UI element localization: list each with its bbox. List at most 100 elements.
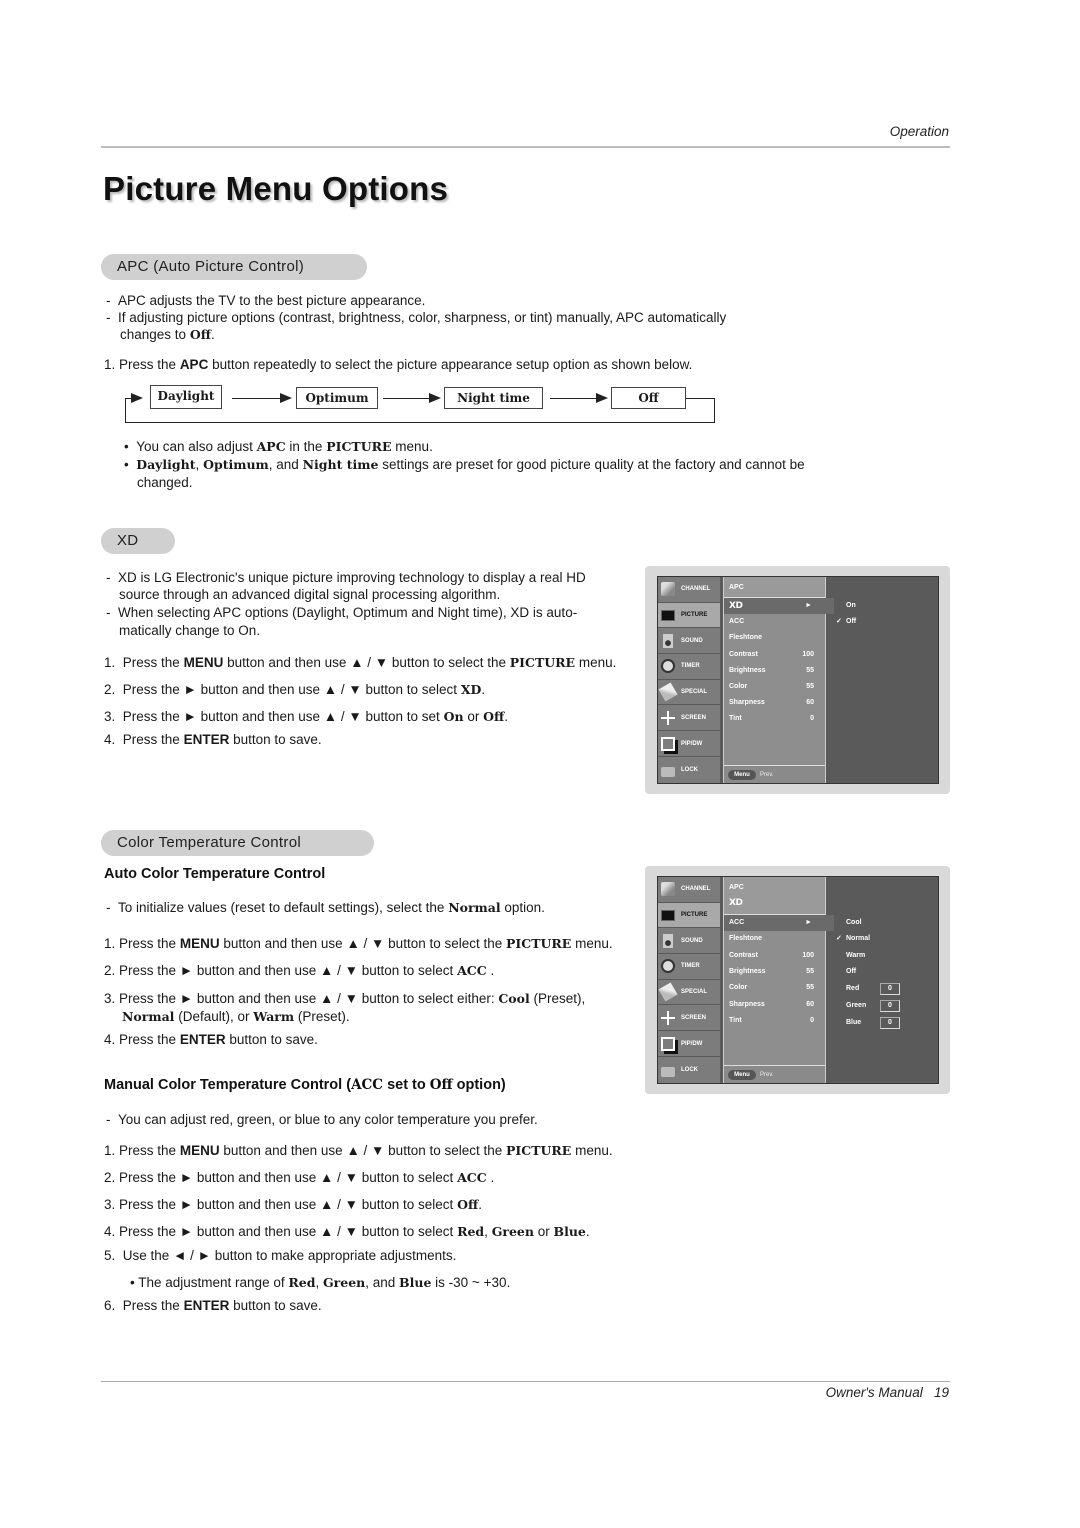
- flow-arrow-icon: [131, 393, 143, 403]
- flow-arrow-icon: [429, 393, 441, 403]
- osd-option-warm: Warm: [846, 952, 866, 959]
- xd-note-2-cont: matically change to On.: [119, 623, 261, 638]
- red-value-box: 0: [880, 983, 900, 995]
- auto-color-temp-heading: Auto Color Temperature Control: [104, 866, 326, 882]
- osd-side-screen: SCREEN: [658, 706, 720, 732]
- flow-daylight: Daylight: [150, 385, 222, 409]
- flow-return-top: [685, 398, 715, 399]
- xd-step-4: 4. Press the ENTER button to save.: [104, 732, 322, 747]
- apc-bullet-1: • You can also adjust APC in the PICTURE…: [124, 439, 433, 454]
- apc-note-2: - If adjusting picture options (contrast…: [106, 310, 727, 325]
- flow-return-right: [714, 398, 715, 423]
- satellite-icon: [661, 882, 675, 897]
- flow-optimum: Optimum: [296, 387, 378, 409]
- osd-submenu: On ✓ Off: [828, 577, 938, 783]
- timer-icon: [661, 959, 675, 974]
- arrow-right-icon: ►: [805, 602, 812, 609]
- manual-step-1: 1. Press the MENU button and then use ▲ …: [104, 1143, 613, 1158]
- satellite-icon: [661, 582, 675, 597]
- osd-menu-button: Menu: [728, 770, 756, 780]
- manual-step-3: 3. Press the ► button and then use ▲ / ▼…: [104, 1197, 482, 1212]
- manual-note: - You can adjust red, green, or blue to …: [106, 1112, 538, 1127]
- osd-item-fleshtone: Fleshtone: [729, 634, 763, 641]
- osd-item-fleshtone: Fleshtone: [729, 935, 763, 942]
- osd-screen-xd: CHANNEL PICTURE SOUND TIMER SPECIAL SCRE…: [645, 566, 950, 794]
- auto-color-note: - To initialize values (reset to default…: [106, 900, 545, 915]
- osd-side-sound: SOUND: [658, 928, 720, 955]
- xd-section-pill: XD: [101, 528, 175, 554]
- osd-side-timer: TIMER: [658, 954, 720, 980]
- lock-icon: [661, 766, 675, 777]
- osd-side-special: SPECIAL: [658, 980, 720, 1006]
- osd-option-off: Off: [846, 968, 857, 975]
- auto-step-4: 4. Press the ENTER button to save.: [104, 1032, 318, 1047]
- apc-flow-diagram: Daylight Optimum Night time Off: [120, 384, 720, 426]
- osd-item-color: Color 55: [729, 683, 814, 690]
- flow-night-time: Night time: [444, 387, 543, 409]
- manual-range-note: • The adjustment range of Red, Green, an…: [130, 1275, 511, 1290]
- auto-step-3-cont: Normal (Default), or Warm (Preset).: [122, 1009, 350, 1024]
- auto-step-2: 2. Press the ► button and then use ▲ / ▼…: [104, 963, 495, 978]
- osd-side-channel: CHANNEL: [658, 577, 720, 603]
- osd-side-channel: CHANNEL: [658, 877, 720, 903]
- osd-rgb-red: Red 0: [846, 981, 906, 997]
- flow-arrow-icon: [280, 393, 292, 403]
- osd-option-on: On: [846, 602, 856, 609]
- osd-side-pipdw: PIP/DW: [658, 731, 720, 757]
- pip-icon: [661, 736, 675, 751]
- osd-side-picture: PICTURE: [658, 902, 720, 929]
- manual-step-2: 2. Press the ► button and then use ▲ / ▼…: [104, 1170, 495, 1185]
- apc-section-pill: APC (Auto Picture Control): [101, 254, 367, 280]
- manual-step-5: 5. Use the ◄ / ► button to make appropri…: [104, 1248, 457, 1263]
- tag-icon: [658, 682, 678, 702]
- osd-footer: Menu Prev.: [724, 1065, 825, 1083]
- xd-note-1-cont: source through an advanced digital signa…: [119, 587, 501, 602]
- osd-menu-button: Menu: [728, 1070, 756, 1080]
- osd-frame: CHANNEL PICTURE SOUND TIMER SPECIAL SCRE…: [657, 576, 939, 784]
- auto-step-3: 3. Press the ► button and then use ▲ / ▼…: [104, 991, 586, 1006]
- osd-option-cool: Cool: [846, 919, 862, 926]
- osd-side-lock: LOCK: [658, 757, 720, 783]
- osd-side-special: SPECIAL: [658, 680, 720, 706]
- flow-return-bottom: [125, 422, 715, 423]
- osd-item-brightness: Brightness 55: [729, 968, 814, 975]
- osd-side-timer: TIMER: [658, 654, 720, 680]
- osd-item-contrast: Contrast 100: [729, 952, 814, 959]
- osd-side-lock: LOCK: [658, 1057, 720, 1083]
- flow-off: Off: [611, 387, 686, 409]
- osd-item-color: Color 55: [729, 984, 814, 991]
- osd-rgb-green: Green 0: [846, 998, 906, 1014]
- xd-note-2: - When selecting APC options (Daylight, …: [106, 605, 578, 620]
- osd-side-pipdw: PIP/DW: [658, 1031, 720, 1057]
- osd-menu-list: APC XD ACC ► Fleshtone Contrast 100 Bright…: [723, 877, 834, 1083]
- osd-item-sharpness: Sharpness 60: [729, 699, 814, 706]
- osd-item-contrast: Contrast 100: [729, 651, 814, 658]
- blue-value-box: 0: [880, 1017, 900, 1029]
- green-value-box: 0: [880, 1000, 900, 1012]
- xd-step-3: 3. Press the ► button and then use ▲ / ▼…: [104, 709, 509, 724]
- apc-note-2-cont: changes to Off.: [120, 327, 215, 342]
- osd-prev-label: Prev.: [760, 772, 774, 778]
- footer: Owner's Manual 19: [825, 1385, 949, 1400]
- osd-side-screen: SCREEN: [658, 1006, 720, 1032]
- osd-item-xd: XD ►: [724, 598, 834, 614]
- manual-step-4: 4. Press the ► button and then use ▲ / ▼…: [104, 1224, 590, 1239]
- footer-divider: [101, 1381, 950, 1382]
- osd-item-acc: ACC: [729, 618, 745, 625]
- color-temp-section-pill: Color Temperature Control: [101, 830, 374, 856]
- osd-screen-acc: CHANNEL PICTURE SOUND TIMER SPECIAL SCRE…: [645, 866, 950, 1094]
- xd-note-1: - XD is LG Electronic's unique picture i…: [106, 570, 586, 585]
- timer-icon: [661, 659, 675, 674]
- osd-item-brightness: Brightness 55: [729, 667, 814, 674]
- osd-sidebar: CHANNEL PICTURE SOUND TIMER SPECIAL SCRE…: [658, 577, 720, 783]
- pip-icon: [661, 1036, 675, 1051]
- osd-sidebar: CHANNEL PICTURE SOUND TIMER SPECIAL SCRE…: [658, 877, 720, 1083]
- apc-bullet-2-cont: changed.: [137, 475, 193, 490]
- arrow-right-icon: ►: [805, 919, 812, 926]
- osd-footer: Menu Prev.: [724, 765, 825, 783]
- osd-prev-label: Prev.: [760, 1072, 774, 1078]
- manual-step-6: 6. Press the ENTER button to save.: [104, 1298, 322, 1313]
- check-icon: ✓: [836, 935, 842, 942]
- osd-submenu: Cool ✓ Normal Warm Off Red 0 Green 0 Blue 0: [828, 877, 938, 1083]
- lock-icon: [661, 1066, 675, 1077]
